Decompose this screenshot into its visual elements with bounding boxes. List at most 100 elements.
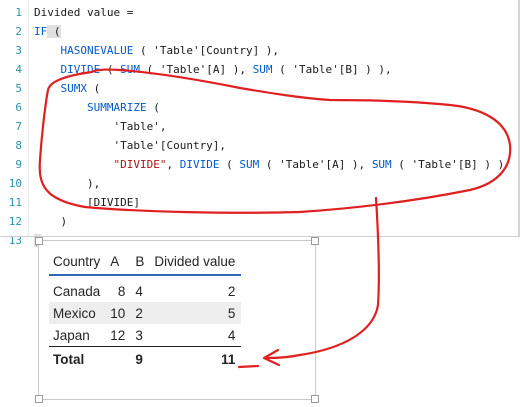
code-token: ( 'Table'[Country] ), [133,44,280,57]
cell-a: 10 [106,302,132,324]
line-number: 13 [8,234,22,247]
dax-keyword: SUM [120,63,140,76]
cell-divided-value: 2 [227,283,236,299]
dax-keyword: SUM [239,158,260,171]
column-header-country[interactable]: Country [49,248,107,276]
code-token: ) [34,215,68,228]
code-token: ( 'Table'[B] ) ), [272,63,392,76]
resize-handle[interactable] [311,395,319,403]
total-a [106,346,132,372]
table-visual[interactable]: Country A B Divided value Canada 8 4 2 M… [35,237,319,403]
total-b: 9 [131,346,151,372]
resize-handle[interactable] [35,395,43,403]
code-line[interactable]: 12 ) [0,212,520,231]
cell-country: Canada [53,283,101,299]
code-line[interactable]: 5 SUMX ( [0,79,520,98]
cell-country: Mexico [49,302,107,324]
dax-keyword: SUMMARIZE [86,101,147,114]
line-number: 12 [8,215,22,228]
resize-handle[interactable] [311,237,319,245]
code-text[interactable]: SUMX ( [34,79,101,98]
code-text[interactable]: 'Table'[Country], [34,136,226,155]
code-token: ( 'Table'[A] ), [140,63,253,76]
line-number: 11 [8,196,22,209]
code-line[interactable]: 6 SUMMARIZE ( [0,98,520,117]
code-token: ( [47,25,61,38]
code-token: ( [146,101,160,114]
code-line[interactable]: 2 IF ( [0,22,520,41]
code-line[interactable]: 1 Divided value = [0,3,520,22]
line-number: 8 [15,139,22,152]
dax-keyword: DIVIDE [179,158,220,171]
code-token: ), [34,177,101,190]
data-table: Country A B Divided value Canada 8 4 2 M… [49,248,242,372]
table-header-row: Country A B Divided value [49,248,242,276]
resize-handle[interactable] [35,237,43,245]
cell-b: 4 [135,283,143,299]
code-text[interactable]: DIVIDE ( SUM ( 'Table'[A] ), SUM ( 'Tabl… [34,60,392,79]
code-text[interactable]: ), [34,174,100,193]
column-header-b[interactable]: B [131,248,151,276]
table-row: Mexico 10 2 5 [49,302,242,324]
dax-string: "DIVIDE" [113,158,167,171]
column-header-divided-value[interactable]: Divided value [150,248,242,276]
code-token: 'Table'[Country], [34,139,227,152]
code-text[interactable]: [DIVIDE] [34,193,140,212]
line-number: 9 [15,158,22,171]
code-token: ( 'Table'[A] ), [259,158,372,171]
code-line[interactable]: 9 "DIVIDE", DIVIDE ( SUM ( 'Table'[A] ),… [0,155,520,174]
table-row: Canada 8 4 2 [49,275,241,302]
line-number: 2 [15,25,22,38]
code-token: [DIVIDE] [34,196,140,209]
cell-divided-value: 5 [150,302,242,324]
code-line[interactable]: 4 DIVIDE ( SUM ( 'Table'[A] ), SUM ( 'Ta… [0,60,520,79]
cell-a: 12 [110,327,126,343]
code-text[interactable]: SUMMARIZE ( [34,98,160,117]
code-token: 'Table', [34,120,167,133]
cell-b: 3 [135,327,143,343]
line-number: 1 [15,6,22,19]
code-token: ( [100,63,121,76]
cell-country: Japan [53,327,90,343]
cell-a: 8 [117,283,126,299]
code-text[interactable]: HASONEVALUE ( 'Table'[Country] ), [34,41,280,60]
dax-keyword: SUMX [60,82,88,95]
dax-keyword: DIVIDE [60,63,101,76]
table-row: Japan 12 3 4 [49,324,241,347]
code-text[interactable]: IF ( [34,22,61,41]
code-line[interactable]: 8 'Table'[Country], [0,136,520,155]
line-number: 3 [15,44,22,57]
total-row: Total 9 11 [49,346,242,372]
editor-bottom-border [0,236,520,237]
code-line[interactable]: 7 'Table', [0,117,520,136]
code-token: ( [219,158,240,171]
line-number: 10 [8,177,22,190]
line-number: 6 [15,101,22,114]
column-header-a[interactable]: A [106,248,132,276]
code-text[interactable]: Divided value = [34,3,133,22]
code-token: , [166,158,180,171]
code-token: Divided value = [34,6,134,19]
code-line[interactable]: 10 ), [0,174,520,193]
code-text[interactable]: "DIVIDE", DIVIDE ( SUM ( 'Table'[A] ), S… [34,155,504,174]
cell-divided-value: 4 [227,327,236,343]
dax-keyword: IF [34,25,48,38]
dax-keyword: SUM [252,63,273,76]
line-number: 7 [15,120,22,133]
code-token: ( 'Table'[B] ) ) [391,158,505,171]
code-line[interactable]: 3 HASONEVALUE ( 'Table'[Country] ), [0,41,520,60]
line-number: 5 [15,82,22,95]
dax-keyword: SUM [371,158,392,171]
code-line[interactable]: 11 [DIVIDE] [0,193,520,212]
line-number: 4 [15,63,22,76]
dax-editor[interactable]: 1 Divided value = 2 IF (3 HASONEVALUE ( 'Ta… [0,0,520,247]
code-token: ( [87,82,101,95]
total-label: Total [49,346,107,372]
code-text[interactable]: ) [34,212,67,231]
code-text[interactable]: 'Table', [34,117,166,136]
